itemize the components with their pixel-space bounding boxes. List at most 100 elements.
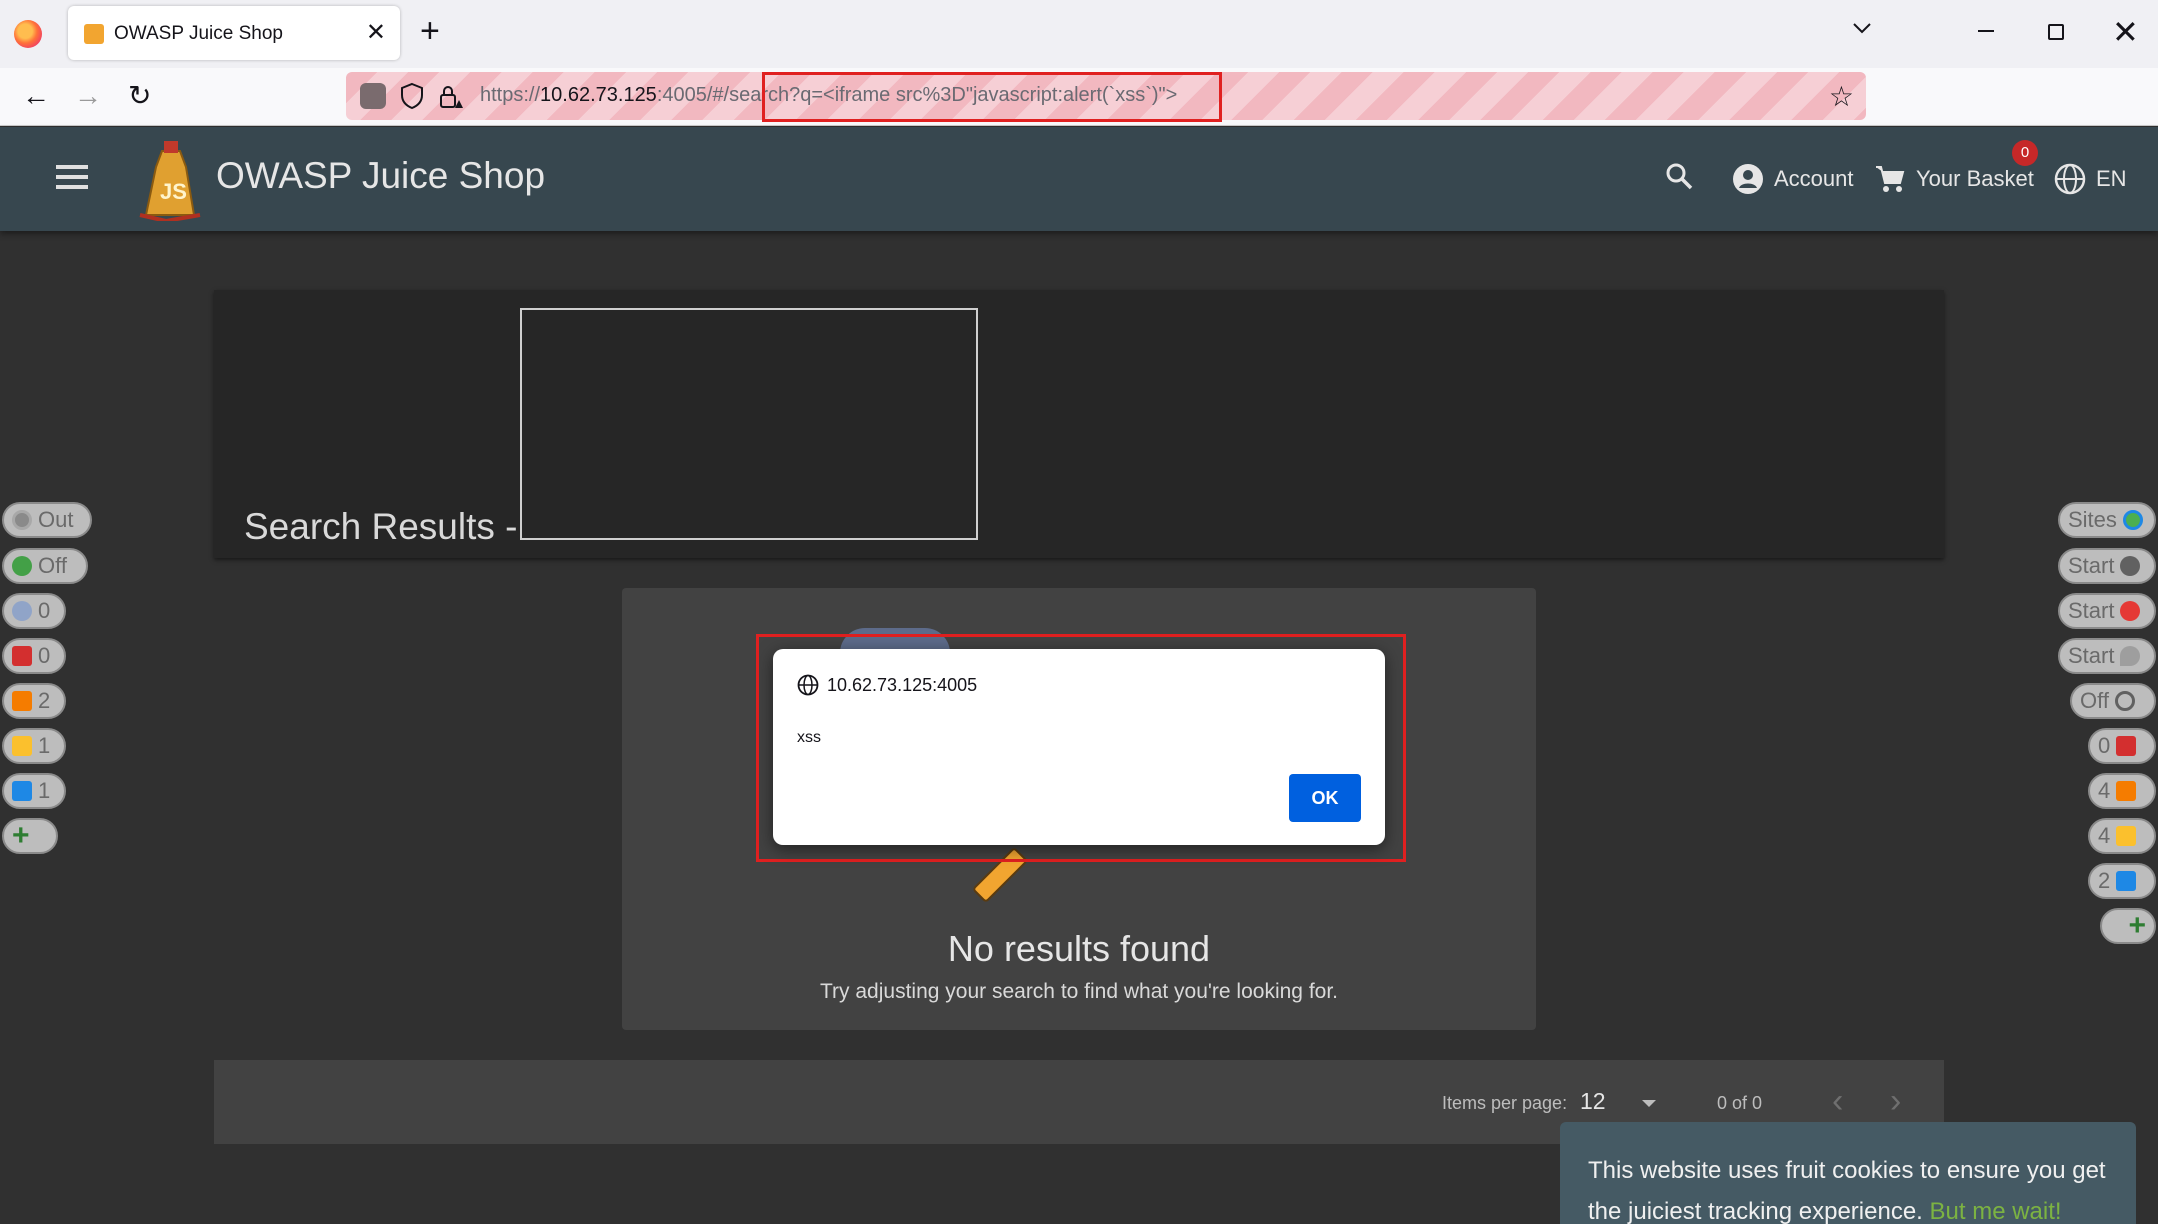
right-tab-label: 4: [2098, 778, 2111, 803]
right-tab-label: Start: [2068, 598, 2115, 623]
right-tab-add[interactable]: +: [2100, 908, 2156, 944]
right-tab-ajax-spider[interactable]: Start: [2058, 593, 2156, 629]
url-host: 10.62.73.125: [540, 84, 657, 106]
items-per-page-select[interactable]: 12: [1580, 1088, 1606, 1115]
left-tab-label: Off: [38, 553, 67, 578]
injected-iframe: [520, 308, 978, 540]
lightbulb-icon: [12, 601, 32, 621]
target-icon: [12, 510, 32, 530]
left-tab-add[interactable]: +: [2, 818, 58, 854]
left-tab-label: 1: [38, 778, 51, 803]
restore-icon[interactable]: [2048, 24, 2064, 40]
left-tab-label: 0: [38, 643, 51, 668]
globe-icon: [797, 674, 819, 696]
right-tab-spider[interactable]: Start: [2058, 548, 2156, 584]
left-tab-label: 0: [38, 598, 51, 623]
cookie-more-link[interactable]: But me wait!: [1930, 1198, 2062, 1224]
alert-dialog: 10.62.73.125:4005 xss OK: [773, 649, 1385, 845]
globe-icon: [2054, 163, 2086, 195]
forward-icon[interactable]: →: [74, 78, 102, 114]
tab-close-icon[interactable]: ✕: [366, 18, 386, 47]
yellow-flag-icon: [2116, 826, 2137, 846]
tab-title: OWASP Juice Shop: [114, 23, 283, 44]
minimize-icon[interactable]: [1978, 30, 1994, 32]
right-tab-label: Sites: [2068, 507, 2117, 532]
orange-flag-icon: [12, 691, 32, 711]
blue-flag-icon: [2116, 871, 2137, 891]
page-range-label: 0 of 0: [1717, 1093, 1763, 1113]
yellow-flag-icon: [12, 736, 32, 756]
dialog-origin: 10.62.73.125:4005: [827, 675, 978, 695]
left-tab-quit[interactable]: Out: [2, 502, 92, 538]
bookmark-star-icon[interactable]: ☆: [1829, 80, 1854, 113]
right-tab-label: 4: [2098, 823, 2111, 848]
back-icon[interactable]: ←: [22, 78, 50, 114]
sidenav-menu-icon[interactable]: [56, 165, 88, 189]
left-tab-toggle[interactable]: Off: [2, 548, 88, 584]
juice-shop-logo[interactable]: JS: [136, 137, 204, 221]
language-button[interactable]: EN: [2054, 163, 2127, 195]
cookie-text-block: This website uses fruit cookies to ensur…: [1588, 1150, 2128, 1224]
red-flag-icon: [12, 646, 32, 666]
right-tab-label: 2: [2098, 868, 2111, 893]
search-icon[interactable]: [1664, 161, 1694, 191]
right-tab-label: Off: [2080, 688, 2109, 713]
right-tab-sites[interactable]: Sites: [2058, 502, 2156, 538]
red-spider-icon: [2120, 601, 2141, 621]
green-dot-icon: [12, 556, 32, 576]
red-flag-icon: [2116, 736, 2137, 756]
left-tab-label: 1: [38, 733, 51, 758]
no-results-hint: Try adjusting your search to find what y…: [820, 980, 1338, 1003]
url-highlight-box: [762, 72, 1222, 122]
previous-page-icon[interactable]: ‹: [1832, 1082, 1843, 1121]
new-tab-button[interactable]: +: [420, 14, 440, 48]
spider-icon: [2120, 556, 2141, 576]
reload-icon[interactable]: ↻: [128, 78, 151, 114]
shield-icon[interactable]: [400, 82, 424, 110]
dialog-message: xss: [797, 729, 821, 746]
left-tab-label: 2: [38, 688, 51, 713]
right-tab-attack-mode[interactable]: Off: [2070, 683, 2156, 719]
flame-icon: [2120, 646, 2141, 666]
browser-tab-bar: OWASP Juice Shop ✕ + ✕: [0, 0, 2158, 68]
plus-icon: +: [12, 819, 30, 852]
select-arrow-icon[interactable]: [1642, 1100, 1656, 1107]
left-tab-yellow-flags[interactable]: 1: [2, 728, 66, 764]
account-label: Account: [1774, 166, 1854, 191]
account-button[interactable]: Account: [1732, 163, 1854, 195]
left-tab-label: Out: [38, 507, 74, 532]
globe-icon: [2122, 510, 2143, 530]
url-prefix: https://: [480, 84, 541, 106]
cookie-banner: This website uses fruit cookies to ensur…: [1560, 1122, 2136, 1224]
right-tab-blue-flags[interactable]: 2: [2088, 863, 2156, 899]
plus-icon: +: [2128, 909, 2146, 942]
right-tab-label: Start: [2068, 643, 2115, 668]
lock-warning-icon[interactable]: [438, 84, 464, 110]
juice-shop-favicon-icon: [84, 24, 104, 44]
remote-control-icon[interactable]: [360, 83, 386, 109]
blue-flag-icon: [12, 781, 32, 801]
basket-button[interactable]: Your Basket: [1874, 163, 2034, 195]
items-per-page-label: Items per page:: [1442, 1093, 1568, 1113]
basket-label: Your Basket: [1916, 166, 2034, 191]
orange-flag-icon: [2116, 781, 2137, 801]
language-label: EN: [2096, 166, 2127, 191]
right-tab-active-scan[interactable]: Start: [2058, 638, 2156, 674]
browser-tab[interactable]: OWASP Juice Shop ✕: [68, 6, 400, 60]
ok-button[interactable]: OK: [1289, 774, 1361, 822]
window-close-icon[interactable]: ✕: [2112, 12, 2139, 52]
no-results-title: No results found: [947, 928, 1211, 969]
left-tab-red-flags[interactable]: 0: [2, 638, 66, 674]
right-tab-label: 0: [2098, 733, 2111, 758]
left-tab-blue-flags[interactable]: 1: [2, 773, 66, 809]
chevron-down-icon[interactable]: [1852, 18, 1872, 38]
firefox-icon[interactable]: [14, 20, 42, 48]
right-tab-orange-flags[interactable]: 4: [2088, 773, 2156, 809]
right-tab-red-flags[interactable]: 0: [2088, 728, 2156, 764]
app-title[interactable]: OWASP Juice Shop: [216, 155, 545, 197]
next-page-icon[interactable]: ›: [1890, 1082, 1901, 1121]
left-tab-orange-flags[interactable]: 2: [2, 683, 66, 719]
left-tab-hints[interactable]: 0: [2, 593, 66, 629]
right-tab-yellow-flags[interactable]: 4: [2088, 818, 2156, 854]
app-toolbar: JS OWASP Juice Shop Account Your Basket …: [0, 127, 2158, 231]
